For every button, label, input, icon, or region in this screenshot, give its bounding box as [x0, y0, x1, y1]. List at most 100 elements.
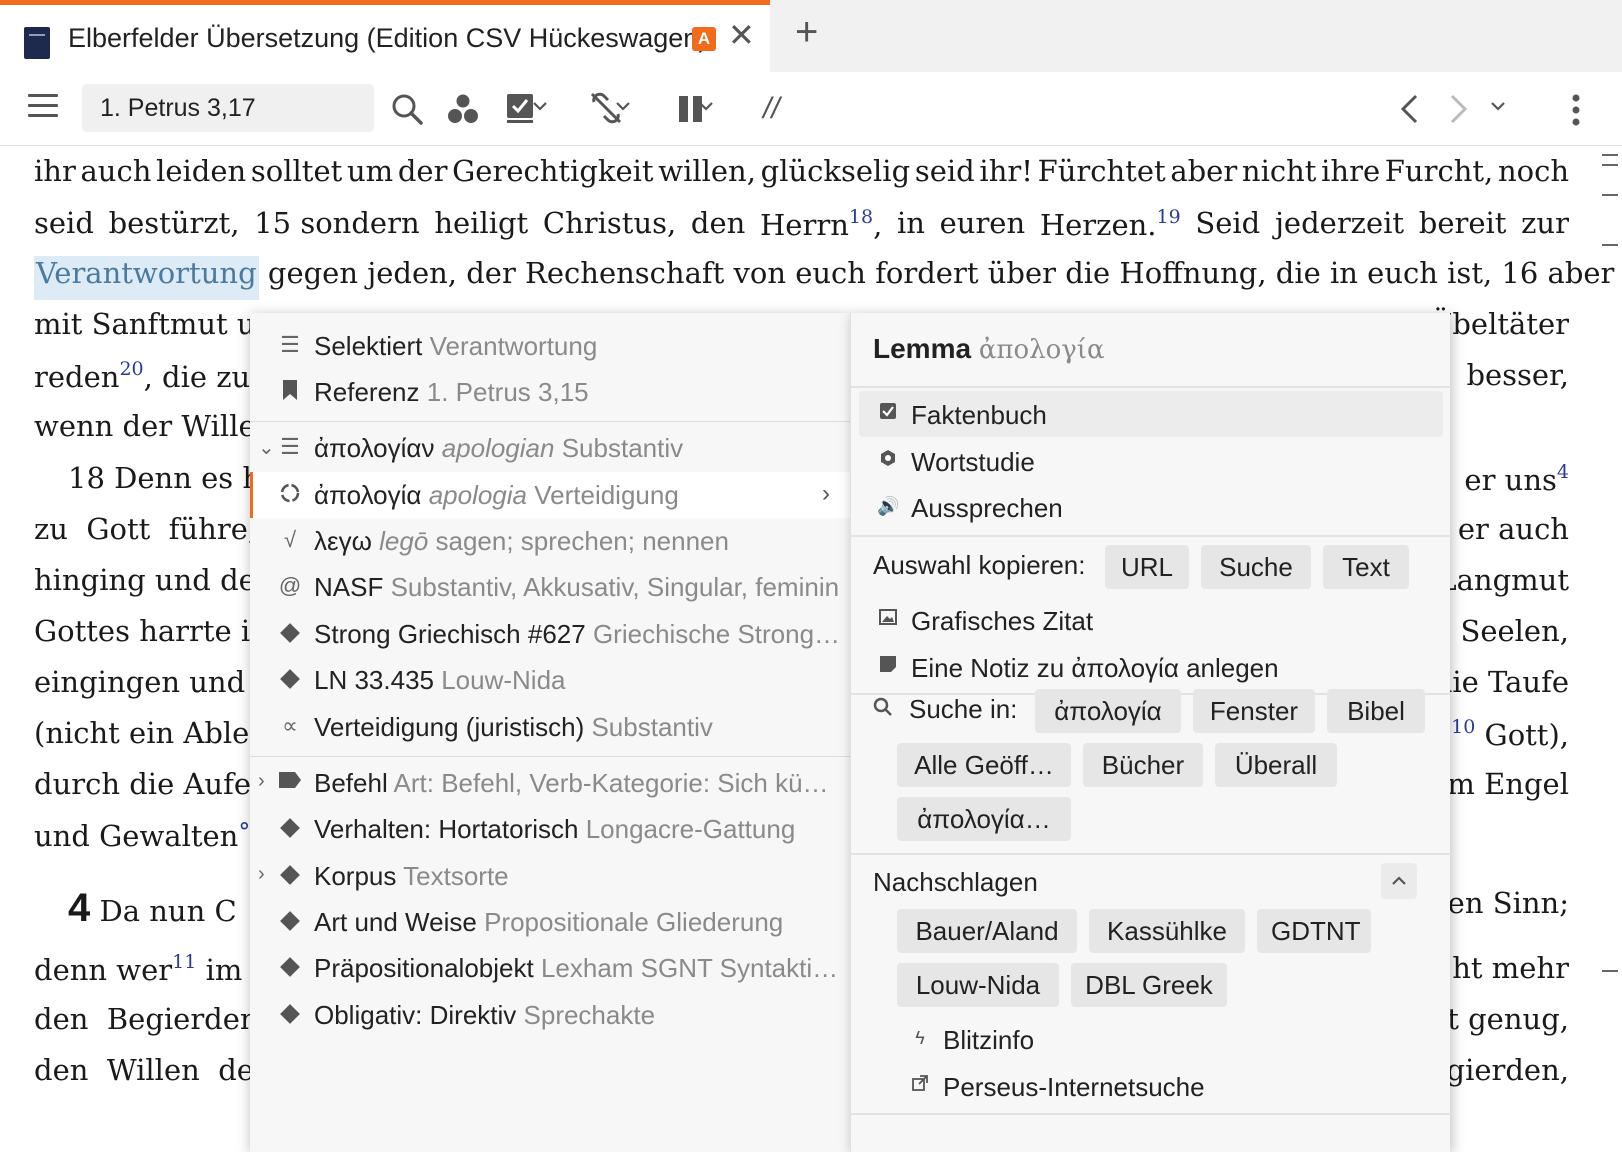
copy-url-button[interactable]: URL: [1105, 545, 1189, 589]
lookup-kassuehlke-button[interactable]: Kassühlke: [1089, 909, 1245, 953]
menu-item-selected[interactable]: ☰ Selektiert Verantwortung: [250, 323, 850, 369]
text-word[interactable]: auch: [81, 154, 152, 198]
aussprechen-item[interactable]: 🔊 Aussprechen: [859, 484, 1443, 530]
collapse-lookup-button[interactable]: [1381, 863, 1417, 899]
text-word[interactable]: ihr!: [979, 154, 1032, 198]
menu-item-korpus[interactable]: › Korpus Textsorte: [250, 853, 850, 899]
footnote-marker[interactable]: 10: [1451, 716, 1475, 738]
back-icon[interactable]: [1398, 94, 1420, 124]
menu-item-obligative[interactable]: Obligativ: Direktiv Sprechakte: [250, 992, 850, 1038]
diamond-icon: [278, 816, 302, 840]
chevron-right-icon: ›: [822, 480, 830, 507]
parallel-resources-icon[interactable]: //: [763, 92, 780, 126]
lookup-dbl-greek-button[interactable]: DBL Greek: [1071, 963, 1227, 1007]
language-badge: A: [692, 27, 716, 51]
menu-item-louw-nida[interactable]: LN 33.435 Louw-Nida: [250, 657, 850, 703]
wortstudie-item[interactable]: Wortstudie: [859, 438, 1443, 484]
tab-title: Elberfelder Übersetzung (Edition CSV Hüc…: [68, 23, 708, 53]
search-in-label: Suche in:: [909, 694, 1018, 724]
search-icon[interactable]: [390, 92, 424, 126]
copy-search-button[interactable]: Suche: [1201, 545, 1311, 589]
diamond-icon: [278, 909, 302, 933]
text-word[interactable]: ihr: [34, 154, 76, 198]
menu-item-morphology[interactable]: @ NASF Substantiv, Akkusativ, Singular, …: [250, 564, 850, 610]
copy-label: Auswahl kopieren:: [873, 550, 1086, 580]
perseus-search-item[interactable]: Perseus-Internetsuche: [891, 1063, 1431, 1109]
search-lemma-more-button[interactable]: ἀπολογία…: [897, 797, 1071, 841]
menu-item-befehl[interactable]: › Befehl Art: Befehl, Verb-Kategorie: Si…: [250, 760, 850, 806]
text-word[interactable]: solltet: [251, 154, 342, 198]
speaker-icon: 🔊: [877, 496, 900, 516]
menu-item-reference[interactable]: Referenz 1. Petrus 3,15: [250, 369, 850, 415]
forward-icon[interactable]: [1448, 94, 1470, 124]
footnote-marker[interactable]: 19: [1157, 206, 1181, 228]
search-bible-button[interactable]: Bibel: [1327, 689, 1425, 733]
chevron-right-icon[interactable]: ›: [258, 770, 265, 793]
text-word[interactable]: Furcht,: [1385, 154, 1493, 198]
menu-item-hortatory[interactable]: Verhalten: Hortatorisch Longacre-Gattung: [250, 806, 850, 852]
lookup-gdtnt-button[interactable]: GDTNT: [1257, 909, 1371, 953]
search-window-button[interactable]: Fenster: [1193, 689, 1315, 733]
toolbar: //: [0, 72, 1622, 146]
search-lemma-button[interactable]: ἀπολογία: [1035, 689, 1181, 733]
diamond-icon: [278, 955, 302, 979]
checklist-icon[interactable]: [505, 92, 535, 124]
menu-item-sense[interactable]: ∝ Verteidigung (juristisch) Substantiv: [250, 704, 850, 750]
text-word[interactable]: ihre: [1321, 154, 1380, 198]
lemma-header: Lemma ἀπολογία: [873, 333, 1105, 365]
chevron-right-icon[interactable]: ›: [258, 863, 265, 886]
search-everywhere-button[interactable]: Überall: [1215, 743, 1337, 787]
history-chevron-down-icon[interactable]: [1490, 98, 1506, 114]
menu-item-manner[interactable]: Art und Weise Propositionale Gliederung: [250, 899, 850, 945]
chevron-down-icon[interactable]: [532, 98, 548, 114]
root-icon: √: [283, 527, 297, 552]
text-word[interactable]: nicht: [1242, 154, 1317, 198]
reference-input[interactable]: [82, 84, 374, 132]
text-word[interactable]: seid: [915, 154, 975, 198]
bookmark-icon: [278, 379, 302, 403]
menu-item-prep-object[interactable]: Präpositionalobjekt Lexham SGNT Syntakti…: [250, 945, 850, 991]
footnote-marker[interactable]: 4: [1557, 461, 1569, 483]
more-options-icon[interactable]: [1572, 94, 1580, 126]
add-note-item[interactable]: Eine Notiz zu ἀπολογία anlegen: [859, 644, 1443, 690]
text-word[interactable]: aber: [1170, 154, 1237, 198]
people-icon[interactable]: [446, 92, 480, 126]
copy-text-button[interactable]: Text: [1323, 545, 1409, 589]
text-word[interactable]: noch: [1498, 154, 1569, 198]
text-word[interactable]: um: [347, 154, 393, 198]
chevron-down-icon[interactable]: [698, 98, 714, 114]
lookup-bauer-aland-button[interactable]: Bauer/Aland: [897, 909, 1077, 953]
tab-elberfelder[interactable]: Elberfelder Übersetzung (Edition CSV Hüc…: [0, 0, 770, 72]
menu-item-lemma[interactable]: ἀπολογία apologia Verteidigung ›: [250, 472, 850, 518]
faktenbuch-item[interactable]: Faktenbuch: [859, 391, 1443, 437]
lookup-label: Nachschlagen: [873, 867, 1038, 897]
close-tab-icon[interactable]: ✕: [728, 19, 755, 51]
text-word[interactable]: leiden: [156, 154, 246, 198]
hamburger-menu-icon[interactable]: [28, 94, 58, 118]
diamond-icon: [278, 621, 302, 645]
new-tab-button[interactable]: +: [795, 12, 818, 52]
menu-item-surface-form[interactable]: ⌄ ☰ ἀπολογίαν apologian Substantiv: [250, 425, 850, 471]
footnote-marker[interactable]: 11: [172, 951, 196, 973]
chevron-down-icon[interactable]: [615, 98, 631, 114]
footnote-marker[interactable]: 20: [119, 358, 143, 380]
text-word[interactable]: willen,: [658, 154, 756, 198]
diamond-icon: [278, 667, 302, 691]
lookup-louw-nida-button[interactable]: Louw-Nida: [897, 963, 1059, 1007]
selected-word[interactable]: Verantwortung: [34, 256, 259, 300]
menu-item-root[interactable]: √ λεγω legō sagen; sprechen; nennen: [250, 518, 850, 564]
text-word[interactable]: der: [398, 154, 448, 198]
text-word[interactable]: Fürchtet: [1038, 154, 1166, 198]
note-icon: [877, 655, 899, 677]
lines-icon: ☰: [280, 332, 300, 357]
chevron-down-icon[interactable]: ⌄: [258, 435, 275, 460]
search-all-open-button[interactable]: Alle Geöff…: [897, 743, 1071, 787]
graphic-quote-item[interactable]: Grafisches Zitat: [859, 597, 1443, 643]
search-books-button[interactable]: Bücher: [1083, 743, 1203, 787]
image-icon: [877, 608, 899, 630]
menu-item-strong[interactable]: Strong Griechisch #627 Griechische Stron…: [250, 611, 850, 657]
text-word[interactable]: glückselig: [761, 154, 911, 198]
text-word[interactable]: Gerechtigkeit: [452, 154, 653, 198]
footnote-marker[interactable]: 18: [849, 206, 873, 228]
blitzinfo-item[interactable]: ϟ Blitzinfo: [891, 1016, 1431, 1062]
